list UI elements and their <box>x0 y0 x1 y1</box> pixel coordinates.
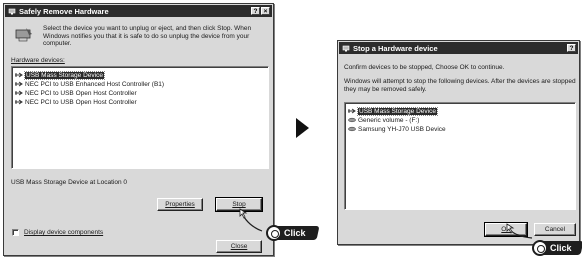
hardware-icon <box>8 8 16 15</box>
list-item[interactable]: Generic volume - (F:) <box>348 116 419 124</box>
safely-remove-hardware-window: Safely Remove Hardware ? × Select the de… <box>3 3 274 256</box>
title-bar: Safely Remove Hardware ? × <box>5 5 272 17</box>
cancel-button[interactable]: Cancel <box>534 223 576 236</box>
drive-icon <box>348 117 356 123</box>
confirm-text: Confirm devices to be stopped, Choose OK… <box>344 64 505 71</box>
display-components-label: Display device components <box>24 229 104 236</box>
list-item[interactable]: USB Mass Storage Device <box>348 106 438 116</box>
list-item[interactable]: Samsung YH-J70 USB Device <box>348 125 446 133</box>
attempt-text: Windows will attempt to stop the followi… <box>344 78 576 93</box>
close-window-button[interactable]: × <box>261 7 270 15</box>
next-step-arrow-icon <box>296 118 309 138</box>
devices-to-stop-list[interactable]: USB Mass Storage Device Generic volume -… <box>344 102 576 210</box>
list-item[interactable]: NEC PCI to USB Open Host Controller <box>15 89 137 97</box>
properties-button[interactable]: Properties <box>157 198 203 211</box>
close-button[interactable]: Close <box>216 240 262 253</box>
hardware-icon <box>342 45 350 52</box>
mouse-cursor-icon <box>239 208 263 232</box>
device-location-text: USB Mass Storage Device at Location 0 <box>11 179 127 186</box>
usb-device-icon <box>15 90 23 96</box>
window-title: Safely Remove Hardware <box>19 6 109 16</box>
title-bar: Stop a Hardware device ? <box>339 42 578 54</box>
help-button[interactable]: ? <box>251 7 260 15</box>
usb-device-icon <box>15 99 23 105</box>
drive-icon <box>348 126 356 132</box>
list-item[interactable]: USB Mass Storage Device <box>15 70 105 80</box>
stop-hardware-device-window: Stop a Hardware device ? Confirm devices… <box>337 40 580 245</box>
instructions-text: Select the device you want to unplug or … <box>43 25 252 47</box>
click-callout: Click <box>266 225 320 241</box>
usb-device-icon <box>348 108 356 114</box>
list-item[interactable]: NEC PCI to USB Open Host Controller <box>15 98 137 106</box>
window-title: Stop a Hardware device <box>353 43 438 53</box>
hardware-devices-list[interactable]: USB Mass Storage Device NEC PCI to USB E… <box>11 66 269 169</box>
usb-device-icon <box>15 72 23 78</box>
safely-remove-icon <box>15 28 32 42</box>
hardware-devices-label: Hardware devices: <box>11 57 65 64</box>
mouse-cursor-icon <box>506 223 533 239</box>
usb-device-icon <box>15 81 23 87</box>
help-button[interactable]: ? <box>567 44 576 52</box>
list-item[interactable]: NEC PCI to USB Enhanced Host Controller … <box>15 80 164 88</box>
display-components-checkbox[interactable] <box>12 229 19 236</box>
click-callout: Click <box>532 240 582 256</box>
